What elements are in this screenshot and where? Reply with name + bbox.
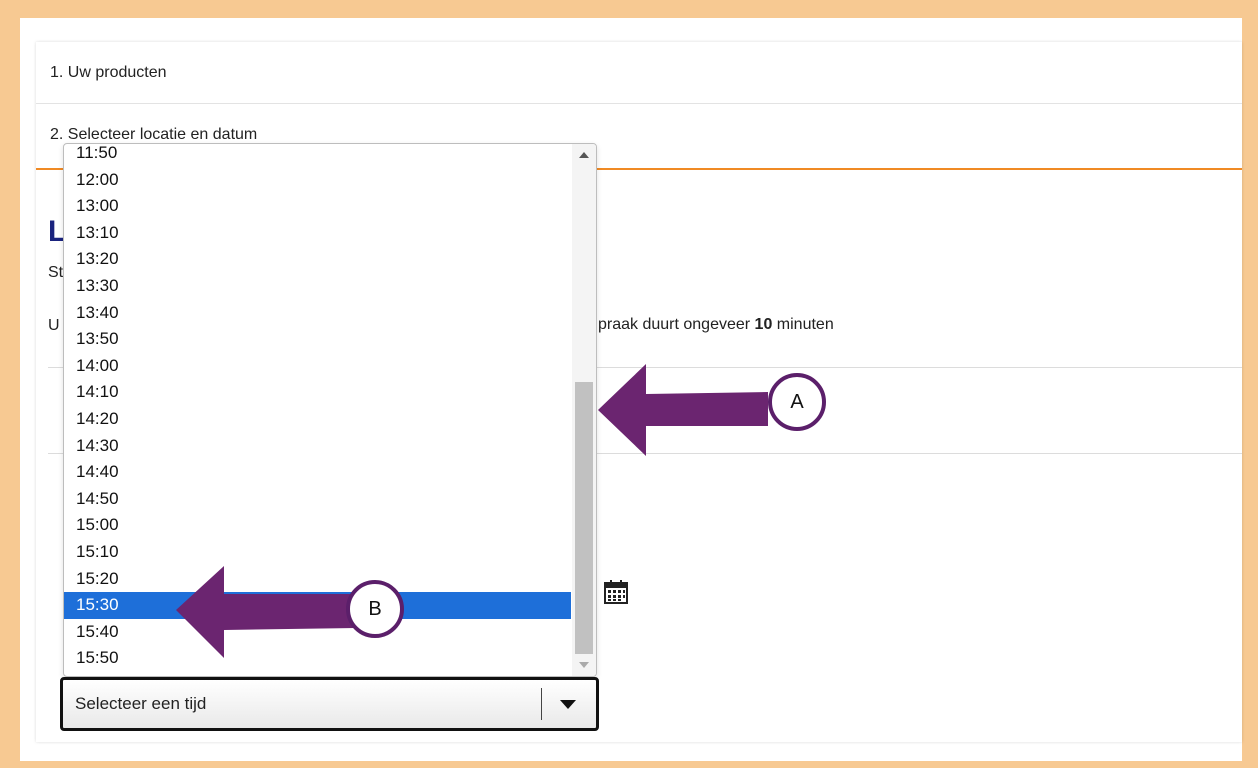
annotation-callout-b: B bbox=[346, 580, 404, 638]
time-option[interactable]: 13:00 bbox=[64, 193, 571, 220]
section-subtext: St bbox=[48, 264, 64, 281]
duration-value: 10 bbox=[754, 316, 773, 333]
select-divider bbox=[541, 688, 542, 720]
time-option[interactable]: 14:00 bbox=[64, 353, 571, 380]
time-option[interactable]: 13:20 bbox=[64, 246, 571, 273]
time-option[interactable]: 15:00 bbox=[64, 512, 571, 539]
time-option[interactable]: 14:20 bbox=[64, 406, 571, 433]
time-option[interactable]: 15:10 bbox=[64, 539, 571, 566]
time-select-placeholder: Selecteer een tijd bbox=[75, 694, 207, 713]
scroll-up-icon[interactable] bbox=[579, 152, 589, 158]
time-option[interactable]: 14:50 bbox=[64, 486, 571, 513]
time-select[interactable]: Selecteer een tijd bbox=[60, 677, 599, 731]
time-option[interactable]: 12:00 bbox=[64, 167, 571, 194]
time-option[interactable]: 13:50 bbox=[64, 326, 571, 353]
time-option[interactable]: 13:30 bbox=[64, 273, 571, 300]
step-1-header[interactable]: 1. Uw producten bbox=[36, 42, 1242, 104]
info-text-start: U bbox=[48, 317, 60, 334]
time-option[interactable]: 11:50 bbox=[64, 144, 571, 167]
appointment-duration-text: praak duurt ongeveer 10 minuten bbox=[598, 316, 834, 333]
scroll-down-icon[interactable] bbox=[579, 662, 589, 668]
time-option[interactable]: 14:10 bbox=[64, 379, 571, 406]
time-option[interactable]: 14:40 bbox=[64, 459, 571, 486]
annotation-arrow-b bbox=[176, 566, 356, 658]
time-option[interactable]: 13:10 bbox=[64, 220, 571, 247]
chevron-down-icon[interactable] bbox=[560, 700, 576, 709]
calendar-icon[interactable] bbox=[602, 578, 630, 606]
scrollbar[interactable] bbox=[572, 144, 596, 676]
annotation-callout-a: A bbox=[768, 373, 826, 431]
time-option[interactable]: 14:30 bbox=[64, 433, 571, 460]
time-option[interactable]: 13:40 bbox=[64, 300, 571, 327]
annotation-arrow-a bbox=[598, 364, 768, 456]
scrollbar-thumb[interactable] bbox=[575, 382, 593, 654]
